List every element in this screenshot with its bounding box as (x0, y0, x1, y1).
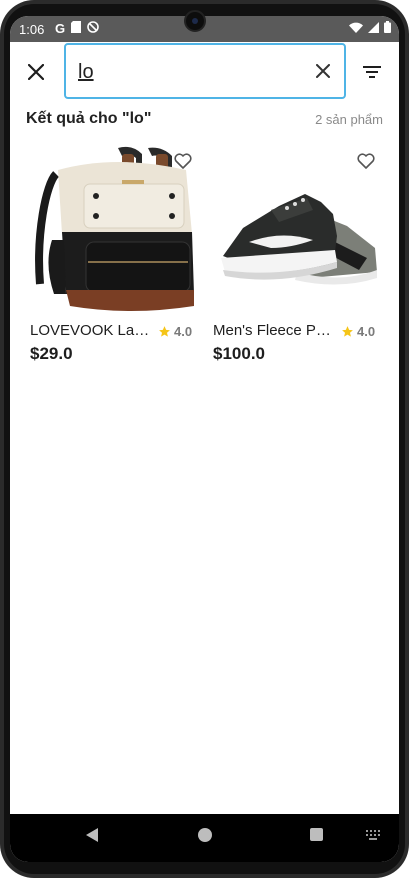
screen: 1:06 G lo Kết quả cho "lo" 2 sản phẩm LO… (10, 16, 399, 862)
status-time: 1:06 (19, 22, 45, 37)
home-icon[interactable] (198, 828, 212, 842)
results-title: Kết quả cho "lo" (26, 110, 152, 127)
results-count: 2 sản phẩm (315, 112, 383, 127)
search-toolbar (10, 42, 399, 100)
navigation-bar (10, 814, 399, 862)
filter-button[interactable] (360, 60, 384, 84)
product-name: LOVEVOOK Laptop Backpack (30, 322, 154, 339)
star-icon (342, 326, 353, 337)
product-card[interactable]: LOVEVOOK Laptop Backpack 4.0 $29.0 (26, 144, 198, 374)
filter-icon (363, 66, 381, 78)
battery-icon (384, 21, 391, 36)
rating-value: 4.0 (357, 324, 376, 339)
cellular-icon (368, 21, 379, 36)
search-input[interactable] (78, 55, 298, 89)
product-card[interactable]: Men's Fleece Pullover Sneakers 4.0 $100.… (209, 144, 381, 374)
recents-icon[interactable] (310, 828, 323, 841)
product-price: $100.0 (213, 344, 265, 363)
product-rating: 4.0 (341, 324, 375, 339)
sd-card-icon (71, 21, 82, 36)
back-icon[interactable] (86, 828, 98, 842)
front-camera (184, 10, 206, 32)
favorite-button[interactable] (172, 150, 194, 172)
backpack-image (26, 144, 198, 314)
favorite-button[interactable] (355, 150, 377, 172)
device-frame: 1:06 G lo Kết quả cho "lo" 2 sản phẩm LO… (0, 0, 409, 878)
close-icon (28, 64, 44, 80)
heart-icon (357, 153, 375, 169)
results-header: Kết quả cho "lo" 2 sản phẩm (26, 110, 383, 132)
do-not-disturb-icon (87, 21, 99, 36)
wifi-icon (349, 21, 363, 36)
status-left-icons: G (55, 21, 99, 36)
heart-icon (174, 153, 192, 169)
star-icon (159, 326, 170, 337)
product-rating: 4.0 (158, 324, 192, 339)
status-right-icons (349, 21, 391, 36)
sneaker-image (209, 144, 381, 314)
clear-icon (316, 64, 330, 78)
close-button[interactable] (24, 60, 48, 84)
keyboard-icon[interactable] (366, 830, 380, 840)
rating-value: 4.0 (174, 324, 193, 339)
clear-search-button[interactable] (312, 60, 334, 82)
product-name: Men's Fleece Pullover Sneakers (213, 322, 337, 339)
product-price: $29.0 (30, 344, 73, 363)
google-icon: G (55, 21, 66, 36)
search-box (64, 43, 346, 99)
